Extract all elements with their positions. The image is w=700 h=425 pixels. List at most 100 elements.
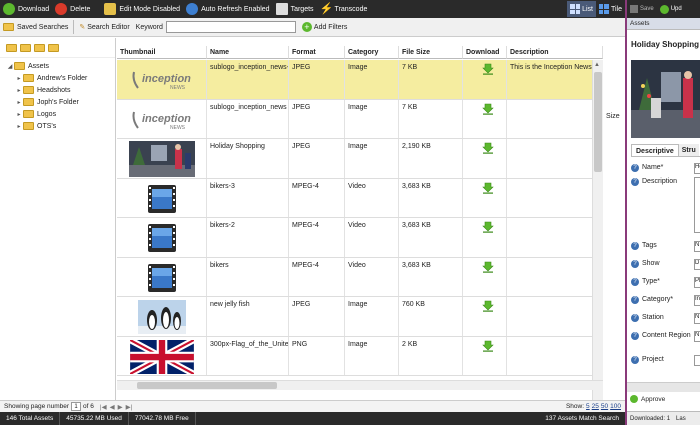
download-arrow-icon[interactable] xyxy=(482,261,494,273)
edit-folder-icon[interactable] xyxy=(34,43,45,52)
download-button[interactable]: Download xyxy=(0,0,52,18)
transcode-button[interactable]: ⚡ Transcode xyxy=(317,0,371,18)
page-number-input[interactable]: 1 xyxy=(71,402,82,411)
prev-page-icon[interactable]: ◀ xyxy=(110,403,115,411)
help-icon[interactable]: ? xyxy=(631,178,639,186)
search-editor-button[interactable]: ✎ Search Editor xyxy=(76,18,132,37)
field-input[interactable]: N xyxy=(694,313,700,324)
column-header[interactable]: Category xyxy=(345,46,399,59)
help-icon[interactable]: ? xyxy=(631,242,639,250)
scroll-thumb[interactable] xyxy=(594,72,602,172)
keyword-input[interactable] xyxy=(165,21,296,33)
vertical-scrollbar[interactable]: ▲ xyxy=(592,60,603,400)
download-arrow-icon[interactable] xyxy=(482,300,494,312)
field-label: ? Description xyxy=(631,178,693,186)
help-icon[interactable]: ? xyxy=(631,332,639,340)
tile-view-button[interactable]: Tile xyxy=(596,0,625,18)
help-icon[interactable]: ? xyxy=(631,164,639,172)
download-arrow-icon[interactable] xyxy=(482,340,494,352)
download-icon xyxy=(3,3,15,15)
share-folder-icon[interactable] xyxy=(48,43,59,52)
page-size-option[interactable]: 100 xyxy=(610,403,621,410)
last-page-icon[interactable]: ▶| xyxy=(126,403,133,411)
category-cell: Video xyxy=(345,218,399,257)
caret-right-icon[interactable]: ▸ xyxy=(15,87,23,94)
first-page-icon[interactable]: |◀ xyxy=(100,403,107,411)
table-row[interactable]: bikers-2 MPEG-4 Video 3,683 KB xyxy=(117,218,603,258)
help-icon[interactable]: ? xyxy=(631,314,639,322)
tree-item-folder[interactable]: ▸ Andrew's Folder xyxy=(15,72,115,84)
field-input[interactable]: N xyxy=(694,241,700,252)
download-arrow-icon[interactable] xyxy=(482,63,494,75)
field-input[interactable]: D xyxy=(694,259,700,270)
approve-button[interactable]: Approve xyxy=(627,392,700,406)
column-header[interactable]: Format xyxy=(289,46,345,59)
column-header[interactable]: Name xyxy=(207,46,289,59)
field-input[interactable]: Ho xyxy=(694,163,700,174)
field-input[interactable]: Pl xyxy=(694,277,700,288)
field-input[interactable] xyxy=(694,177,700,233)
thumbnail xyxy=(119,299,205,335)
tree-item-label: Logos xyxy=(37,110,57,118)
field-input[interactable] xyxy=(694,355,700,366)
penguin-thumbnail xyxy=(138,300,186,334)
tab-descriptive[interactable]: Descriptive xyxy=(631,144,679,156)
panel-section-header: Assets xyxy=(627,18,700,30)
page-size-option[interactable]: 25 xyxy=(592,403,599,410)
table-row[interactable]: bikers MPEG-4 Video 3,683 KB xyxy=(117,257,603,297)
hscroll-thumb[interactable] xyxy=(137,382,277,389)
tree-item-folder[interactable]: ▸ Headshots xyxy=(15,84,115,96)
tree-item-folder[interactable]: ▸ Logos xyxy=(15,108,115,120)
tab-structural[interactable]: Stru xyxy=(678,144,699,156)
auto-refresh-button[interactable]: Auto Refresh Enabled xyxy=(183,0,273,18)
name-cell: bikers-2 xyxy=(207,218,289,257)
tree-item-folder[interactable]: ▸ Joph's Folder xyxy=(15,96,115,108)
download-arrow-icon[interactable] xyxy=(482,142,494,154)
targets-button[interactable]: Targets xyxy=(273,0,317,18)
caret-right-icon[interactable]: ▸ xyxy=(15,99,23,106)
field-input[interactable]: In xyxy=(694,295,700,306)
tree-root[interactable]: ◢ Assets xyxy=(6,60,115,72)
next-page-icon[interactable]: ▶ xyxy=(118,403,123,411)
scroll-up-icon[interactable]: ▲ xyxy=(594,62,602,70)
help-icon[interactable]: ? xyxy=(631,260,639,268)
table-row[interactable]: bikers-3 MPEG-4 Video 3,683 KB xyxy=(117,178,603,218)
delete-button[interactable]: Delete xyxy=(52,0,93,18)
caret-right-icon[interactable]: ▸ xyxy=(15,123,23,130)
field-label: ? Station xyxy=(631,314,693,322)
download-arrow-icon[interactable] xyxy=(482,221,494,233)
help-icon[interactable]: ? xyxy=(631,296,639,304)
field-input[interactable]: N xyxy=(694,331,700,342)
caret-right-icon[interactable]: ▸ xyxy=(15,111,23,118)
thumbnail-cell xyxy=(117,297,207,336)
column-header[interactable]: File Size xyxy=(399,46,463,59)
upload-button[interactable]: Upd xyxy=(657,4,685,14)
add-filters-button[interactable]: + Add Filters xyxy=(299,18,350,37)
list-view-button[interactable]: List xyxy=(567,1,596,17)
tree-item-folder[interactable]: ▸ OTS's xyxy=(15,120,115,132)
edit-mode-button[interactable]: Edit Mode Disabled xyxy=(101,0,183,18)
horizontal-scrollbar[interactable] xyxy=(117,380,603,390)
save-button[interactable]: Save xyxy=(627,5,657,13)
table-row[interactable]: 300px-Flag_of_the_United...PNGImage2 KB xyxy=(117,336,603,376)
saved-searches-button[interactable]: Saved Searches xyxy=(0,18,71,37)
caret-right-icon[interactable]: ▸ xyxy=(15,75,23,82)
caret-down-icon[interactable]: ◢ xyxy=(6,63,14,70)
new-folder-icon[interactable] xyxy=(6,43,17,52)
help-icon[interactable]: ? xyxy=(631,278,639,286)
help-icon[interactable]: ? xyxy=(631,356,639,364)
panel-scrollbar[interactable] xyxy=(627,382,700,392)
table-row[interactable]: new jelly fish JPEG Image 760 KB xyxy=(117,297,603,337)
column-header[interactable]: Description xyxy=(507,46,603,59)
table-row[interactable]: inception NEWS sublogo_inception_news-2 JPE… xyxy=(117,60,603,100)
delete-folder-icon[interactable] xyxy=(20,43,31,52)
page-size-option[interactable]: 5 xyxy=(586,403,590,410)
column-header[interactable]: Download xyxy=(463,46,507,59)
download-arrow-icon[interactable] xyxy=(482,182,494,194)
page-size-option[interactable]: 50 xyxy=(601,403,608,410)
tree-item-label: Joph's Folder xyxy=(37,98,79,106)
download-arrow-icon[interactable] xyxy=(482,103,494,115)
table-row[interactable]: Holiday Shopping JPEG Image 2,190 KB xyxy=(117,139,603,179)
column-header[interactable]: Thumbnail xyxy=(117,46,207,59)
table-row[interactable]: inception NEWS sublogo_inception_news JPEG I… xyxy=(117,99,603,139)
